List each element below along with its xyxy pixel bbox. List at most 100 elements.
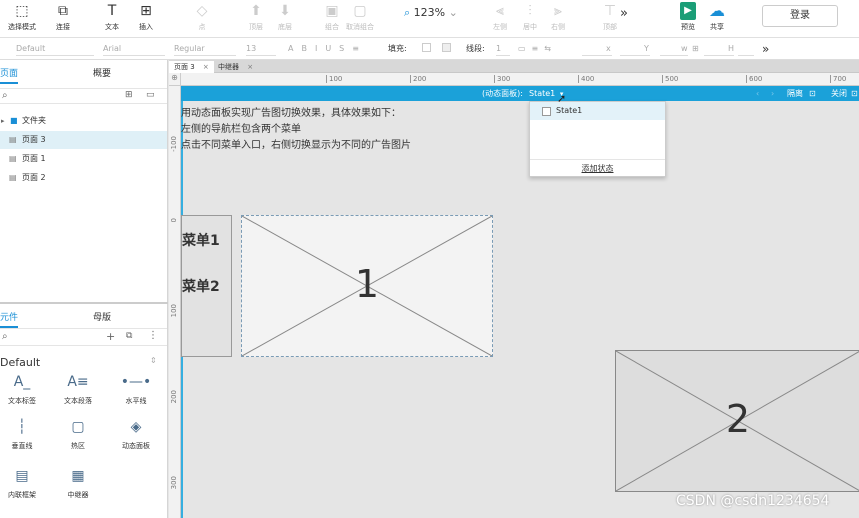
tab-widgets[interactable]: 元件 xyxy=(0,310,19,328)
add-page-icon[interactable]: ⊞ xyxy=(125,90,133,100)
tool-ungroup[interactable]: ▢ 取消组合 xyxy=(340,2,380,32)
tool-connect[interactable]: ⧉ 连接 xyxy=(43,2,83,32)
tool-label: 组合 xyxy=(325,23,339,31)
widget-inline-frame[interactable]: ▤ 内联框架 xyxy=(0,466,44,500)
menu-item-2[interactable]: 菜单2 xyxy=(182,276,220,296)
widget-vertical-line[interactable]: ┆ 垂直线 xyxy=(0,417,44,451)
fill-color-swatch[interactable] xyxy=(422,43,431,52)
tool-label: 点 xyxy=(198,23,206,31)
tool-insert[interactable]: ⊞ 插入 xyxy=(126,2,166,32)
format-more-button[interactable]: » xyxy=(762,42,769,56)
x-label: x xyxy=(606,44,611,53)
note-line: 用动态面板实现广告图切换效果，具体效果如下： xyxy=(181,108,401,119)
widget-horizontal-line[interactable]: •—• 水平线 xyxy=(114,372,158,406)
close-icon[interactable]: × xyxy=(247,63,253,71)
ruler-tick-label: 100 xyxy=(326,75,342,83)
lock-ratio-icon[interactable]: ⊞ xyxy=(692,42,699,56)
horizontal-line-icon: •—• xyxy=(120,374,152,390)
widget-label: 内联框架 xyxy=(8,491,36,499)
extra-field[interactable] xyxy=(738,42,754,56)
login-button[interactable]: 登录 xyxy=(762,5,838,27)
tool-point[interactable]: ◇ 点 xyxy=(182,2,222,32)
close-icon[interactable]: × xyxy=(203,63,209,71)
text-format-icons[interactable]: ABIUS≡ xyxy=(288,42,367,56)
panel-prefix: (动态面板): xyxy=(482,89,523,98)
tool-share[interactable]: ☁ 共享 xyxy=(697,2,737,32)
isolate-button[interactable]: 隔离 xyxy=(787,86,803,101)
more-vertical-icon[interactable]: ⋮ xyxy=(148,330,158,341)
folder-icon: ■ xyxy=(10,116,18,125)
close-panel-button[interactable]: 关闭 xyxy=(831,86,847,101)
font-size-select[interactable]: 13 xyxy=(246,42,276,56)
library-select[interactable]: Default ⇕ xyxy=(0,356,160,369)
panel-divider[interactable] xyxy=(0,302,168,304)
note-line: 左侧的导航栏包含两个菜单 xyxy=(181,124,301,135)
tab-label: 中继器 xyxy=(218,63,239,71)
font-select[interactable]: Arial xyxy=(103,42,165,56)
state-option-label: State1 xyxy=(556,106,583,115)
menu-panel[interactable]: 菜单1 菜单2 xyxy=(181,215,232,357)
repeater-icon: ▦ xyxy=(71,468,85,484)
isolate-icon[interactable]: ⊡ xyxy=(809,86,816,101)
next-state-icon[interactable]: › xyxy=(771,86,774,101)
widget-label: 热区 xyxy=(71,442,85,450)
zoom-control[interactable]: ⌕ 123% ⌄ xyxy=(404,6,458,20)
line-style-icons[interactable]: ▭≡⇆ xyxy=(518,42,557,56)
tool-label: 共享 xyxy=(710,23,724,31)
weight-select[interactable]: Regular xyxy=(174,42,236,56)
dynamic-panel-icon: ◈ xyxy=(130,419,142,435)
page-item[interactable]: ▤ 页面 1 xyxy=(0,150,167,168)
ruler-tick-label: 400 xyxy=(578,75,594,83)
state-option[interactable]: State1 xyxy=(530,102,665,120)
state-dropdown: State1 添加状态 xyxy=(529,101,666,177)
style-select[interactable]: Default xyxy=(16,42,94,56)
tab-outline[interactable]: 概要 xyxy=(93,66,111,79)
widget-hotspot[interactable]: ▢ 热区 xyxy=(56,417,100,451)
page-item[interactable]: ▤ 页面 3 xyxy=(0,131,167,149)
tab-masters[interactable]: 母版 xyxy=(93,310,111,323)
tool-label: 顶层 xyxy=(249,23,263,31)
tab-page-3[interactable]: 页面 3 × xyxy=(169,61,214,73)
add-library-icon[interactable]: + xyxy=(106,330,115,343)
tool-align-right[interactable]: ⫸ 右侧 xyxy=(538,2,578,32)
close-panel-icon[interactable]: ⊡ xyxy=(851,86,858,101)
library-manage-icon[interactable]: ⧉ xyxy=(126,331,132,341)
tool-select-mode[interactable]: ⬚ 选择模式 xyxy=(2,2,42,32)
ruler-tick-label: 500 xyxy=(662,75,678,83)
add-state-link[interactable]: 添加状态 xyxy=(530,163,665,174)
widget-dynamic-panel[interactable]: ◈ 动态面板 xyxy=(114,417,158,451)
tool-label: 预览 xyxy=(681,23,695,31)
text-paragraph-icon: A≡ xyxy=(67,374,89,390)
widget-text-paragraph[interactable]: A≡ 文本段落 xyxy=(56,372,100,406)
folder-item[interactable]: ▸ ■ 文件夹 xyxy=(0,112,167,130)
ruler-tick-label: 0 xyxy=(170,218,178,223)
line-width-field[interactable]: 1 xyxy=(496,42,510,56)
widgets-toolbar: ⌕ + ⧉ ⋮ xyxy=(0,328,167,346)
fill-label: 填充: xyxy=(388,44,407,53)
page-item[interactable]: ▤ 页面 2 xyxy=(0,169,167,187)
tab-repeater[interactable]: 中继器 × xyxy=(213,61,258,73)
tool-align-top[interactable]: ⊤ 顶部 xyxy=(590,2,630,32)
search-icon[interactable]: ⌕ xyxy=(2,90,8,101)
ad-image-placeholder-1[interactable]: 1 xyxy=(241,215,493,357)
widget-text-label[interactable]: A_ 文本标签 xyxy=(0,372,44,406)
widget-label: 水平线 xyxy=(125,397,147,405)
horizontal-ruler: 100 200 300 400 500 600 700 xyxy=(181,73,859,86)
tool-bottom-layer[interactable]: ⬇ 底层 xyxy=(265,2,305,32)
tab-pages[interactable]: 页面 xyxy=(0,66,19,84)
bottom-layer-icon: ⬇ xyxy=(279,3,291,19)
ruler-tick-label: 300 xyxy=(494,75,510,83)
placeholder-number: 2 xyxy=(725,397,751,441)
text-label-icon: A_ xyxy=(13,374,31,390)
dynamic-panel-bar: (动态面板): State1 ▾ ‹ › 隔离 ⊡ 关闭 ⊡ xyxy=(181,86,859,101)
search-icon[interactable]: ⌕ xyxy=(2,331,8,342)
shadow-swatch[interactable] xyxy=(442,43,451,52)
add-folder-icon[interactable]: ▭ xyxy=(146,90,155,100)
menu-item-1[interactable]: 菜单1 xyxy=(182,230,220,250)
widget-repeater[interactable]: ▦ 中继器 xyxy=(56,466,100,500)
prev-state-icon[interactable]: ‹ xyxy=(756,86,759,101)
pages-toolbar: ⌕ ⊞ ▭ xyxy=(0,88,167,104)
ad-image-placeholder-2[interactable]: 2 xyxy=(615,350,859,492)
page-label: 文件夹 xyxy=(22,116,46,125)
expand-arrow-icon[interactable]: ▸ xyxy=(1,112,5,130)
